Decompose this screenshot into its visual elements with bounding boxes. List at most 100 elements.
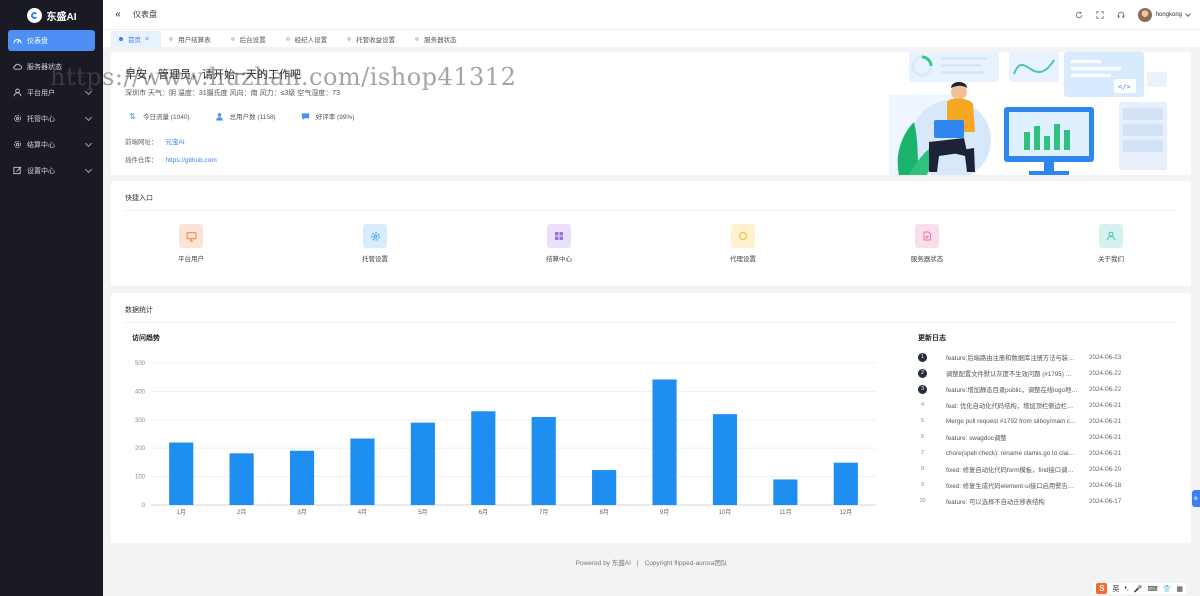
svg-text:</>: </>: [1118, 83, 1131, 91]
x-tick-label: 3月: [297, 509, 306, 516]
sidebar-item-dashboard[interactable]: 仪表盘: [8, 30, 95, 51]
quick-entry-card: 快捷入口 平台用户 托管设置 结算中心 代理设置 服务器状态 关于我们: [111, 181, 1191, 286]
changelog-date: 2024-06-21: [1089, 417, 1122, 425]
breadcrumb: 仪表盘: [133, 10, 157, 19]
refresh-icon[interactable]: [1075, 11, 1084, 20]
y-tick-label: 500: [135, 361, 146, 367]
plugin-repo-link[interactable]: https://github.com: [166, 157, 217, 164]
changelog-list: 1 feature:后端路由注册和数据库注册方法与装… 2024-06-23 2 调整配…: [918, 349, 1178, 509]
changelog-index: 3: [918, 384, 927, 394]
sidebar-item-settlement-center[interactable]: 结算中心: [8, 134, 95, 155]
tab-server-status[interactable]: 服务器状态: [407, 31, 469, 47]
chevron-down-icon: [84, 113, 93, 122]
cloud-icon: [13, 62, 22, 71]
footer-separator: |: [636, 560, 639, 567]
sidebar-item-settings-center[interactable]: 设置中心: [8, 160, 95, 181]
quick-entry-agent-settings[interactable]: 代理设置: [698, 224, 788, 263]
quick-entry-server-status[interactable]: 服务器状态: [882, 224, 972, 263]
keyboard-icon[interactable]: ⌨: [1148, 585, 1158, 593]
x-tick-label: 12月: [839, 509, 852, 516]
changelog-item: 3 feature:增加静态目录public，调整在线logo地… 2024-06-…: [918, 381, 1178, 397]
changelog-item: 5 Merge pull request #1792 from sliboy/ma…: [918, 413, 1178, 429]
tab-dot: [415, 37, 420, 41]
quick-entry-label: 结算中心: [546, 256, 572, 263]
document-icon: [915, 224, 939, 248]
fullscreen-icon[interactable]: [1096, 11, 1105, 20]
apparel-icon[interactable]: 👕: [1163, 585, 1172, 593]
tab-dot: [347, 37, 352, 41]
changelog-item: 7 chore(spell check): rename clamis.go to…: [918, 445, 1178, 461]
changelog-item: 9 fixed: 修复生成代码element-ui接口启用警告… 2024-06-1…: [918, 477, 1178, 493]
ime-language[interactable]: 英: [1112, 584, 1119, 594]
tab-backend-settings[interactable]: 后台设置: [223, 31, 278, 47]
changelog-message: fixed: 修复自动化代码form模板，find接口调…: [946, 466, 1074, 474]
changelog-message: chore(spell check): rename clamis.go to …: [946, 449, 1075, 457]
tab-label: 托管收益设置: [356, 37, 396, 44]
user-menu[interactable]: hongkong: [1137, 8, 1191, 22]
comment-icon: [301, 112, 310, 121]
quick-entry-platform-users[interactable]: 平台用户: [146, 224, 236, 263]
microphone-icon[interactable]: 🎤: [1134, 585, 1143, 593]
changelog-date: 2024-06-21: [1089, 433, 1122, 441]
quick-entry-settlement-center[interactable]: 结算中心: [514, 224, 604, 263]
chevron-down-icon: [84, 165, 93, 174]
stat-traffic: ⇅ 今日流量 (1040): [128, 111, 189, 122]
punctuation-icon[interactable]: •,: [1124, 585, 1128, 592]
sidebar-item-hosting-center[interactable]: 托管中心: [8, 108, 95, 129]
x-tick-label: 2月: [237, 509, 246, 516]
frontend-url-link[interactable]: 元宝AI: [166, 139, 185, 146]
settings-icon: [13, 114, 22, 123]
changelog-date: 2024-06-23: [1089, 353, 1122, 361]
changelog-index: 6: [920, 434, 925, 440]
tab-home[interactable]: 首页 ×: [111, 31, 162, 47]
tab-label: 首页: [128, 37, 141, 44]
tab-user-settlement[interactable]: 用户结算表: [161, 31, 223, 47]
page-tabs: 首页 × 用户结算表 后台设置 经纪人设置 托管收益设置 服务器状态: [103, 30, 1200, 47]
tab-hosting-revenue[interactable]: 托管收益设置: [339, 31, 407, 47]
sidebar-item-label: 平台用户: [27, 89, 55, 97]
x-tick-label: 4月: [358, 509, 367, 516]
avatar: [1137, 8, 1152, 22]
y-tick-label: 0: [142, 503, 146, 509]
divider: [125, 322, 1177, 323]
collapse-sidebar-icon[interactable]: «: [113, 9, 123, 20]
quick-entry-hosting-settings[interactable]: 托管设置: [330, 224, 420, 263]
bar: [229, 453, 254, 505]
ime-toolbar: S 英 •, 🎤 ⌨ 👕 ▦: [1093, 583, 1186, 594]
sidebar-item-server-status[interactable]: 服务器状态: [8, 56, 95, 77]
sidebar-item-platform-users[interactable]: 平台用户: [8, 82, 95, 103]
quick-entry-label: 关于我们: [1098, 256, 1124, 263]
tab-label: 服务器状态: [424, 37, 457, 44]
quick-entry-label: 服务器状态: [910, 256, 944, 263]
changelog-item: 10 feature: 可以选择不自动迁移表结构 2024-06-17: [918, 493, 1178, 509]
changelog-index: 5: [920, 418, 925, 424]
bar: [652, 379, 677, 505]
logo-icon: [26, 7, 42, 23]
footer: Powered by 东盛AI | Copyright flipped-aurora…: [103, 557, 1200, 567]
settings-icon: [363, 224, 387, 248]
circle-icon: [731, 224, 755, 248]
tab-broker-settings[interactable]: 经纪人设置: [278, 31, 340, 47]
ime-logo[interactable]: S: [1096, 583, 1108, 594]
logo[interactable]: 东盛AI: [0, 0, 103, 30]
data-stats-title: 数据统计: [125, 307, 153, 314]
traffic-icon: ⇅: [129, 111, 136, 121]
username: hongkong: [1155, 12, 1182, 18]
changelog-index: 4: [920, 402, 925, 408]
headset-icon[interactable]: [1117, 11, 1126, 20]
bar: [410, 422, 435, 505]
changelog-index: 10: [919, 498, 926, 504]
welcome-stats: ⇅ 今日流量 (1040) 总用户数 (1158) 好评率 (99%): [128, 111, 354, 122]
changelog-item: 6 feature: swagdoc调整 2024-06-21: [918, 429, 1178, 445]
side-float-tab[interactable]: ⚙: [1192, 490, 1200, 507]
close-icon[interactable]: ×: [145, 36, 149, 43]
bar: [712, 414, 738, 505]
grid-menu-icon[interactable]: ▦: [1176, 585, 1183, 593]
dashboard-icon: [13, 36, 22, 45]
quick-entry-about-us[interactable]: 关于我们: [1066, 224, 1156, 263]
x-tick-label: 7月: [539, 509, 548, 516]
changelog-message: feature: swagdoc调整: [946, 434, 1007, 442]
y-tick-label: 300: [135, 418, 146, 424]
x-tick-label: 9月: [660, 509, 669, 516]
x-tick-label: 1月: [177, 509, 186, 516]
